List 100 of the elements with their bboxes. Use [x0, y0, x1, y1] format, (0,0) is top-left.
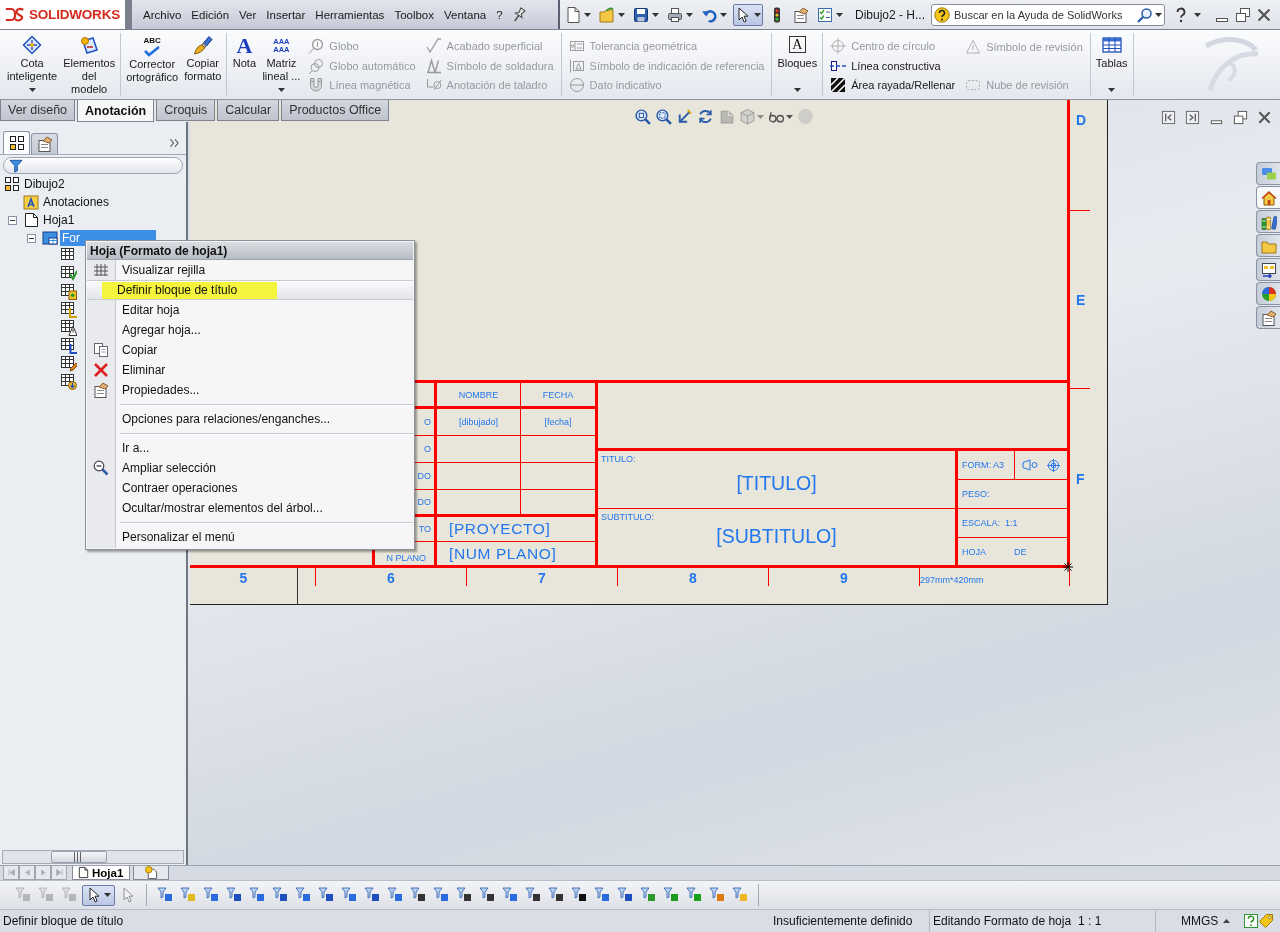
clipboard-icon: [36, 136, 53, 152]
ribbon-button[interactable]: Cota inteligente: [4, 33, 61, 96]
tab[interactable]: Croquis: [156, 100, 216, 121]
ribbon-button[interactable]: Área rayada/Rellenar: [830, 75, 956, 95]
tree-item[interactable]: Hoja1: [41, 212, 77, 228]
task-pane-tab[interactable]: [1256, 258, 1280, 281]
tab[interactable]: Productos Office: [281, 100, 390, 121]
search-icon[interactable]: [1137, 6, 1154, 23]
close-icon[interactable]: [1256, 6, 1273, 23]
field-label: HOJA: [962, 546, 986, 557]
menu-item[interactable]: ?: [491, 3, 508, 26]
field-value: [PROYECTO]: [449, 520, 551, 538]
menu-item[interactable]: Editar hoja: [87, 300, 413, 320]
search-field[interactable]: Buscar en la Ayuda de SolidWorks: [931, 3, 1166, 26]
filter-icon: [548, 887, 564, 903]
task-pane-tab[interactable]: [1256, 210, 1280, 233]
restore-icon[interactable]: [1233, 110, 1248, 125]
collapse-icon[interactable]: [7, 215, 17, 225]
table-arrow-icon[interactable]: [61, 374, 77, 390]
table-box-icon[interactable]: [61, 284, 77, 300]
panel-tab[interactable]: [3, 131, 30, 154]
ribbon-button[interactable]: Copiar formato: [181, 33, 225, 96]
task-pane-tab[interactable]: [1256, 186, 1280, 209]
field-value: [NUM PLANO]: [449, 544, 557, 563]
panel-tab[interactable]: [31, 133, 58, 154]
add-sheet-button[interactable]: [133, 866, 170, 880]
zone-label: F: [1076, 470, 1085, 487]
filter-icon: [15, 887, 31, 903]
scroll-thumb[interactable]: [51, 851, 107, 863]
caret-icon: [652, 12, 659, 17]
projection-symbol-icon: [1021, 458, 1038, 472]
menu-item[interactable]: Toolbox: [389, 3, 439, 26]
ribbon-button[interactable]: A Bloques: [774, 33, 821, 96]
chevron-right-icon[interactable]: [169, 137, 181, 149]
ribbon-button[interactable]: Línea constructiva: [830, 55, 956, 76]
tag-icon[interactable]: [1258, 913, 1274, 929]
caret-icon[interactable]: [1194, 12, 1202, 17]
table-angle-icon[interactable]: [61, 338, 77, 354]
triangle-icon: [965, 38, 982, 55]
table-warning-icon[interactable]: [61, 320, 77, 336]
ribbon-button[interactable]: ABC Corrector ortográfico: [123, 33, 182, 96]
task-pane-tab[interactable]: [1256, 306, 1280, 329]
window-tile-icon[interactable]: [1161, 110, 1176, 125]
menu-item[interactable]: Definir bloque de título: [87, 280, 413, 300]
tab[interactable]: Calcular: [217, 100, 280, 121]
caret-icon[interactable]: [1223, 919, 1230, 923]
screen-arrow-icon: [1260, 261, 1277, 278]
ribbon-button[interactable]: A Nota: [229, 33, 260, 96]
menu-item[interactable]: Insertar: [261, 3, 311, 26]
menu-item[interactable]: Visualizar rejilla: [87, 260, 413, 280]
filter-icon: [640, 887, 656, 903]
cursor-icon: [86, 887, 102, 903]
caret-icon: [584, 12, 591, 17]
filter-icon: [663, 887, 679, 903]
menu-item[interactable]: Contraer operaciones: [87, 478, 413, 498]
menu-item[interactable]: Copiar: [87, 340, 413, 360]
filter-icon: [318, 887, 334, 903]
caret-icon: [836, 12, 843, 17]
skip-forward-icon: [54, 868, 64, 877]
status-text: MMGS: [1155, 910, 1219, 932]
restore-icon[interactable]: [1235, 6, 1252, 23]
balloon-icon: [308, 37, 325, 54]
ribbon-button[interactable]: Tablas: [1092, 33, 1131, 96]
menu-item[interactable]: Personalizar el menú: [87, 527, 413, 547]
collapse-icon[interactable]: [26, 233, 36, 243]
tree-item[interactable]: Dibujo2: [22, 176, 67, 192]
clipboard-icon: [793, 6, 809, 23]
tab[interactable]: Anotación: [77, 100, 155, 122]
tree-item[interactable]: Anotaciones: [41, 194, 112, 210]
toolbar-button[interactable]: [733, 3, 763, 26]
menu-item[interactable]: Ampliar selección: [87, 458, 413, 478]
menu-item[interactable]: Propiedades...: [87, 380, 413, 400]
toolbar-button[interactable]: [82, 884, 115, 906]
table-pencil-icon[interactable]: [61, 356, 77, 372]
sheet-tab[interactable]: Hoja1: [72, 866, 131, 880]
table-check-icon[interactable]: [61, 266, 77, 282]
window-tile-icon[interactable]: [1185, 110, 1200, 125]
ribbon-button[interactable]: Elementos del modelo: [60, 33, 119, 96]
forward-icon: [38, 868, 48, 877]
filter-icon: [157, 887, 173, 903]
menu-item[interactable]: Ventana: [439, 3, 492, 26]
menu-item[interactable]: Ir a...: [87, 438, 413, 458]
menu-item[interactable]: Ver: [234, 3, 262, 26]
menu-item[interactable]: Eliminar: [87, 360, 413, 380]
caret-icon[interactable]: [1155, 12, 1163, 17]
close-icon[interactable]: [1257, 110, 1272, 125]
filter-field[interactable]: [3, 157, 183, 174]
menu-item[interactable]: Opciones para relaciones/enganches...: [87, 409, 413, 429]
field-label: TO: [418, 524, 431, 534]
menu-item[interactable]: Agregar hoja...: [87, 320, 413, 340]
filter-icon: [364, 887, 380, 903]
tab[interactable]: Ver diseño: [0, 100, 76, 121]
menu-item[interactable]: Ocultar/mostrar elementos del árbol...: [87, 498, 413, 518]
field-label: SUBTITULO:: [601, 512, 655, 522]
menu-item[interactable]: Herramientas: [310, 3, 390, 26]
table-chart-icon[interactable]: [61, 302, 77, 318]
field-value: [SUBTITULO]: [715, 525, 838, 548]
menu-item[interactable]: Edición: [186, 3, 235, 26]
menu-item[interactable]: Archivo: [138, 3, 187, 26]
filter-icon: [709, 887, 725, 903]
